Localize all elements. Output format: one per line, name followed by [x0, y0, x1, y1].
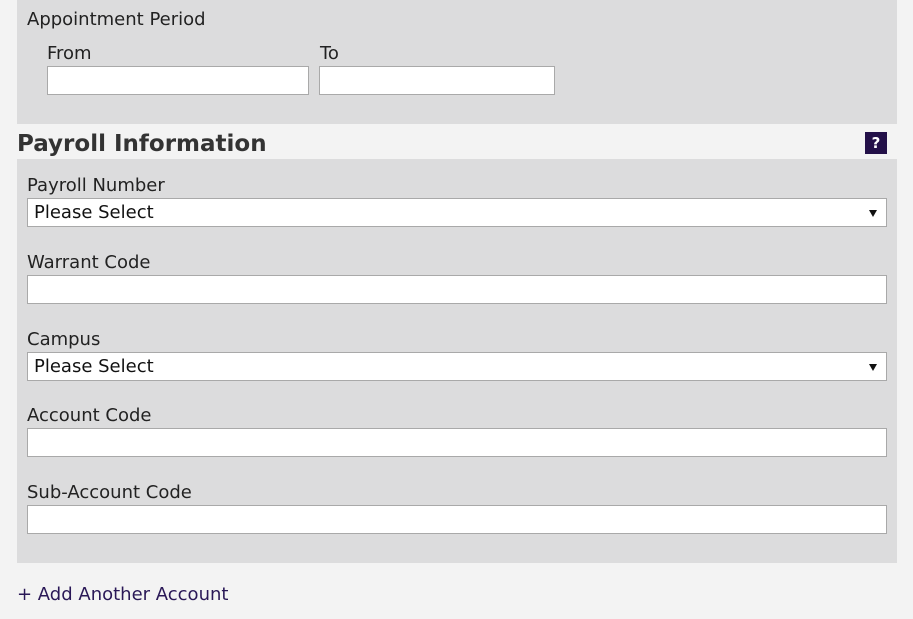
account-code-label: Account Code	[27, 405, 152, 426]
from-label: From	[47, 43, 92, 64]
to-label: To	[320, 43, 339, 64]
payroll-number-selected-value: Please Select	[34, 202, 154, 223]
sub-account-code-label: Sub-Account Code	[27, 482, 192, 503]
payroll-number-label: Payroll Number	[27, 175, 165, 196]
dropdown-arrow-icon	[869, 364, 877, 371]
help-icon[interactable]: ?	[865, 132, 887, 154]
warrant-code-input[interactable]	[27, 275, 887, 304]
to-date-input[interactable]	[319, 66, 555, 95]
campus-selected-value: Please Select	[34, 356, 154, 377]
appointment-period-panel: Appointment Period From To	[17, 0, 897, 124]
payroll-number-select[interactable]: Please Select	[27, 198, 887, 227]
campus-select[interactable]: Please Select	[27, 352, 887, 381]
campus-label: Campus	[27, 329, 101, 350]
warrant-code-label: Warrant Code	[27, 252, 151, 273]
account-code-input[interactable]	[27, 428, 887, 457]
dropdown-arrow-icon	[869, 210, 877, 217]
payroll-form-page: Appointment Period From To Payroll Infor…	[0, 0, 913, 619]
appointment-period-label: Appointment Period	[27, 9, 206, 30]
add-another-account-link[interactable]: + Add Another Account	[17, 583, 228, 607]
sub-account-code-input[interactable]	[27, 505, 887, 534]
payroll-information-heading: Payroll Information	[17, 131, 267, 157]
from-date-input[interactable]	[47, 66, 309, 95]
payroll-information-panel: Payroll Number Please Select Warrant Cod…	[17, 159, 897, 563]
